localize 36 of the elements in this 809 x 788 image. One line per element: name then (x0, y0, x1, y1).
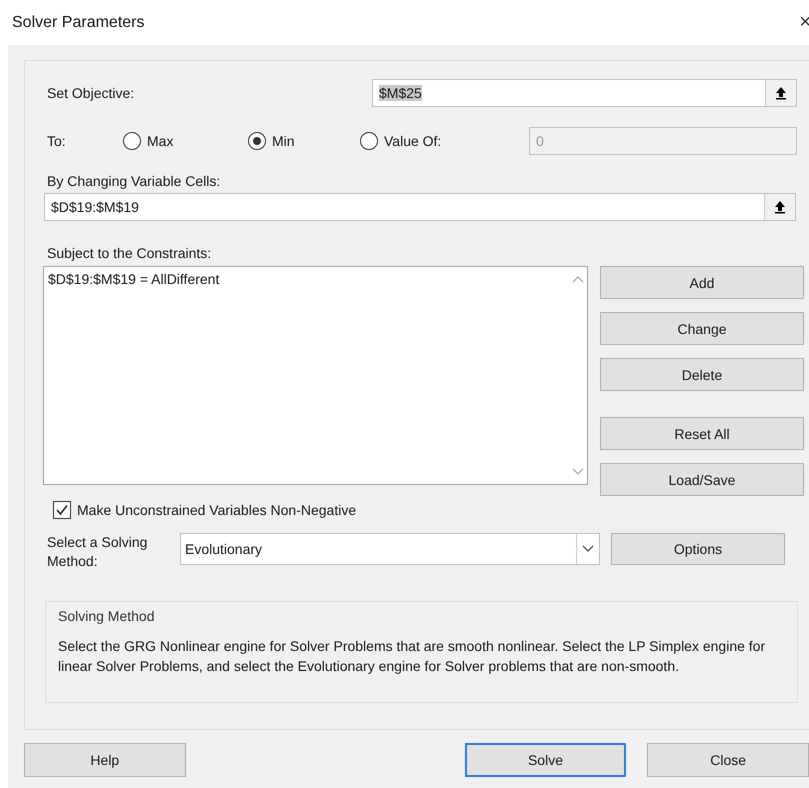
constraints-label: Subject to the Constraints: (46, 245, 212, 261)
description-text: Select the GRG Nonlinear engine for Solver Problems that are smooth nonlinear. Select the LP Simplex engine for linear Solver Problems, and select the Evolutionary engine for Solver problems that are non-smooth. (58, 637, 766, 676)
radio-circle[interactable] (360, 132, 378, 150)
solving-method-label: Select a Solving Method: (46, 533, 148, 571)
checkbox-label: Make Unconstrained Variables Non-Negative (77, 502, 356, 518)
constraint-button[interactable]: Add (600, 266, 804, 299)
checkbox[interactable] (53, 501, 71, 519)
radio-option[interactable]: Value Of: (360, 132, 530, 150)
options-button[interactable]: Options (611, 533, 785, 565)
constraint-button[interactable]: Delete (600, 358, 804, 391)
constraints-list[interactable]: $D$19:$M$19 = AllDifferent (43, 266, 588, 485)
up-arrow-icon (774, 86, 788, 100)
dialog-button[interactable]: Solve (464, 743, 626, 777)
constraint-button[interactable]: Load/Save (600, 463, 804, 496)
objective-field[interactable]: $M$25 (372, 79, 797, 107)
up-arrow-icon (773, 200, 787, 214)
solving-method-dropdown[interactable]: Evolutionary (180, 533, 600, 565)
description-title: Solving Method (58, 608, 156, 624)
to-label: To: (46, 133, 67, 149)
variable-cells-label: By Changing Variable Cells: (46, 173, 222, 189)
constraint-item[interactable]: $D$19:$M$19 = AllDifferent (48, 271, 565, 287)
collapse-button[interactable] (764, 194, 795, 220)
variable-cells-field[interactable]: $D$19:$M$19 (44, 193, 796, 221)
objective-value: $M$25 (379, 85, 422, 101)
chevron-down-icon (582, 545, 594, 553)
window-title: Solver Parameters (12, 14, 144, 32)
dialog-button[interactable]: Help (24, 743, 186, 777)
dialog-button[interactable]: Close (647, 743, 809, 777)
radio-option[interactable]: Min (248, 132, 360, 150)
radio-circle[interactable] (123, 132, 141, 150)
objective-label: Set Objective: (46, 85, 136, 101)
radio-circle[interactable] (248, 132, 266, 150)
constraint-button[interactable]: Reset All (600, 417, 804, 450)
collapse-button[interactable] (765, 80, 796, 106)
constraint-button[interactable]: Change (600, 312, 804, 345)
radio-option[interactable]: Max (123, 132, 248, 150)
